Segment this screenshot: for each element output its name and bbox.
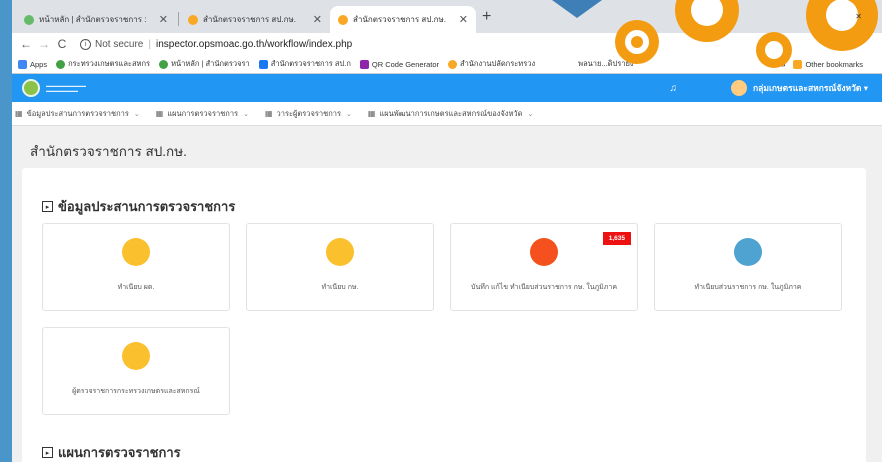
back-arrow-icon[interactable]: ←	[18, 37, 34, 51]
bookmark-item[interactable]: สำนักตรวจราชการ สป.ก	[258, 58, 351, 70]
user-menu[interactable]: กลุ่มเกษตรและสหกรณ์จังหวัด ▾	[731, 80, 868, 96]
bookmark-item[interactable]: สำนักงานปลัดกระทรวง	[448, 58, 535, 70]
address-bar[interactable]: i Not secure | inspector.opsmoac.go.th/w…	[80, 38, 352, 50]
tile-edit-regional-directory[interactable]: 1,635 บันทึก แก้ไข ทำเนียบส่วนราชการ กษ.…	[450, 223, 638, 311]
tile-label: ผู้ตรวจราชการกระทรวงเกษตรและสหกรณ์	[72, 388, 200, 395]
page-title: สำนักตรวจราชการ สป.กษ.	[30, 144, 187, 159]
logo-wordmark: ▬▬▬▬▬▬▬▬▬▬ ▬▬▬▬▬▬▬▬	[46, 83, 86, 93]
reload-icon[interactable]: C	[54, 37, 70, 51]
play-square-icon: ▸	[42, 201, 53, 212]
section-title: ข้อมูลประสานการตรวจราชการ	[58, 199, 236, 214]
tab-1[interactable]: หน้าหลัก | สำนักตรวจราชการ : ✕	[16, 6, 176, 33]
close-icon[interactable]: ✕	[159, 13, 168, 26]
gear-icon	[756, 32, 792, 68]
avatar	[731, 80, 747, 96]
people-icon	[326, 238, 354, 266]
tile-label: ทำเนียบ ผต.	[117, 284, 155, 291]
tile-inspector-directory[interactable]: ทำเนียบ ผต.	[42, 223, 230, 311]
site-favicon-icon	[338, 14, 348, 25]
grid-icon: ▦	[155, 109, 164, 118]
grid-icon: ▦	[264, 109, 273, 118]
bookmark-item[interactable]: หน้าหลัก | สำนักตรวจรา	[159, 58, 250, 70]
chevron-down-icon: ⌄	[346, 110, 352, 118]
tab-2[interactable]: สำนักตรวจราชการ สป.กษ. ✕	[180, 6, 330, 33]
decorative-chevron-shape	[552, 0, 602, 18]
grid-icon: ▦	[367, 109, 376, 118]
tile-ministry-directory[interactable]: ทำเนียบ กษ.	[246, 223, 434, 311]
people-icon	[122, 238, 150, 266]
people-icon	[122, 342, 150, 370]
bookmark-item[interactable]: กระทรวงเกษตรและสหกร	[56, 58, 150, 70]
bookmark-label: สำนักตรวจราชการ สป.ก	[270, 59, 351, 68]
tile-ministry-inspectors[interactable]: ผู้ตรวจราชการกระทรวงเกษตรและสหกรณ์	[42, 327, 230, 415]
tile-label: ทำเนียบ กษ.	[321, 284, 359, 291]
tile-label: บันทึก แก้ไข ทำเนียบส่วนราชการ กษ. ในภูม…	[471, 284, 617, 291]
count-badge: 1,635	[602, 232, 631, 245]
book-icon	[734, 238, 762, 266]
site-favicon-icon	[159, 59, 169, 69]
edit-document-icon	[530, 238, 558, 266]
site-favicon-icon	[188, 14, 198, 25]
nav-label: แผนการตรวจราชการ	[167, 108, 239, 118]
apps-grid-icon	[18, 59, 27, 69]
nav-label: ข้อมูลประสานการตรวจราชการ	[26, 108, 129, 118]
chevron-down-icon: ⌄	[527, 110, 534, 118]
close-icon[interactable]: ✕	[313, 13, 322, 26]
ministry-logo[interactable]	[22, 79, 40, 97]
section-heading: ▸ แผนการตรวจราชการ	[42, 442, 181, 462]
tile-label: ทำเนียบส่วนราชการ กษ. ในภูมิภาค	[694, 284, 802, 291]
tab-title: สำนักตรวจราชการ สป.กษ.	[203, 15, 296, 24]
bookmark-label: Apps	[30, 59, 48, 69]
site-favicon-icon	[448, 59, 457, 69]
notification-bell-icon[interactable]: ♫	[670, 83, 678, 94]
tab-3-active[interactable]: สำนักตรวจราชการ สป.กษ. ✕	[330, 6, 476, 33]
nav-development-plan[interactable]: ▦ แผนพัฒนาการเกษตรและสหกรณ์ของจังหวัด ⌄	[368, 108, 533, 120]
bookmark-label: สำนักงานปลัดกระทรวง	[460, 59, 536, 68]
section-title: แผนการตรวจราชการ	[58, 445, 181, 460]
play-square-icon: ▸	[42, 447, 53, 458]
bookmark-item[interactable]: QR Code Generator	[359, 59, 439, 69]
gear-icon	[806, 0, 878, 51]
chevron-down-icon: ⌄	[243, 110, 249, 118]
site-favicon-icon	[56, 59, 66, 69]
tab-title: หน้าหลัก | สำนักตรวจราชการ :	[39, 15, 147, 24]
tile-regional-directory[interactable]: ทำเนียบส่วนราชการ กษ. ในภูมิภาค	[654, 223, 842, 311]
grid-icon: ▦	[15, 109, 23, 118]
chevron-down-icon: ⌄	[133, 110, 140, 118]
main-nav: ▦ ข้อมูลประสานการตรวจราชการ ⌄ ▦ แผนการตร…	[12, 102, 882, 126]
user-name: กลุ่มเกษตรและสหกรณ์จังหวัด ▾	[753, 83, 868, 93]
content-card: ▸ ข้อมูลประสานการตรวจราชการ ทำเนียบ ผต. …	[22, 168, 866, 462]
gear-icon	[675, 0, 739, 42]
bookmark-apps[interactable]: Apps	[18, 59, 48, 69]
security-label: Not secure	[95, 38, 144, 50]
nav-inspector-agenda[interactable]: ▦ วาระผู้ตรวจราชการ ⌄	[265, 108, 352, 120]
bookmark-label: หน้าหลัก | สำนักตรวจรา	[171, 59, 250, 68]
nav-inspection-plan[interactable]: ▦ แผนการตรวจราชการ ⌄	[156, 108, 249, 120]
bookmark-label: QR Code Generator	[371, 59, 439, 69]
facebook-icon	[258, 59, 268, 69]
nav-coordination[interactable]: ▦ ข้อมูลประสานการตรวจราชการ ⌄	[15, 108, 140, 120]
bookmark-label: กระทรวงเกษตรและสหกร	[68, 59, 151, 68]
browser-window: หน้าหลัก | สำนักตรวจราชการ : ✕ สำนักตรวจ…	[12, 0, 882, 462]
tab-title: สำนักตรวจราชการ สป.กษ.	[353, 15, 446, 24]
new-tab-button[interactable]: +	[482, 8, 491, 26]
nav-label: วาระผู้ตรวจราชการ	[276, 108, 342, 118]
window-close-icon[interactable]: ✕	[855, 12, 862, 21]
site-favicon-icon	[24, 14, 34, 25]
decorative-gears-graphic	[552, 0, 878, 68]
qr-code-icon	[359, 59, 369, 69]
nav-label: แผนพัฒนาการเกษตรและสหกรณ์ของจังหวัด	[379, 108, 523, 118]
section-heading: ▸ ข้อมูลประสานการตรวจราชการ	[42, 196, 235, 217]
gear-icon	[615, 20, 659, 64]
info-icon[interactable]: i	[80, 38, 91, 50]
forward-arrow-icon[interactable]: →	[36, 37, 52, 51]
close-icon[interactable]: ✕	[459, 13, 468, 26]
url-text[interactable]: inspector.opsmoac.go.th/workflow/index.p…	[156, 39, 352, 50]
